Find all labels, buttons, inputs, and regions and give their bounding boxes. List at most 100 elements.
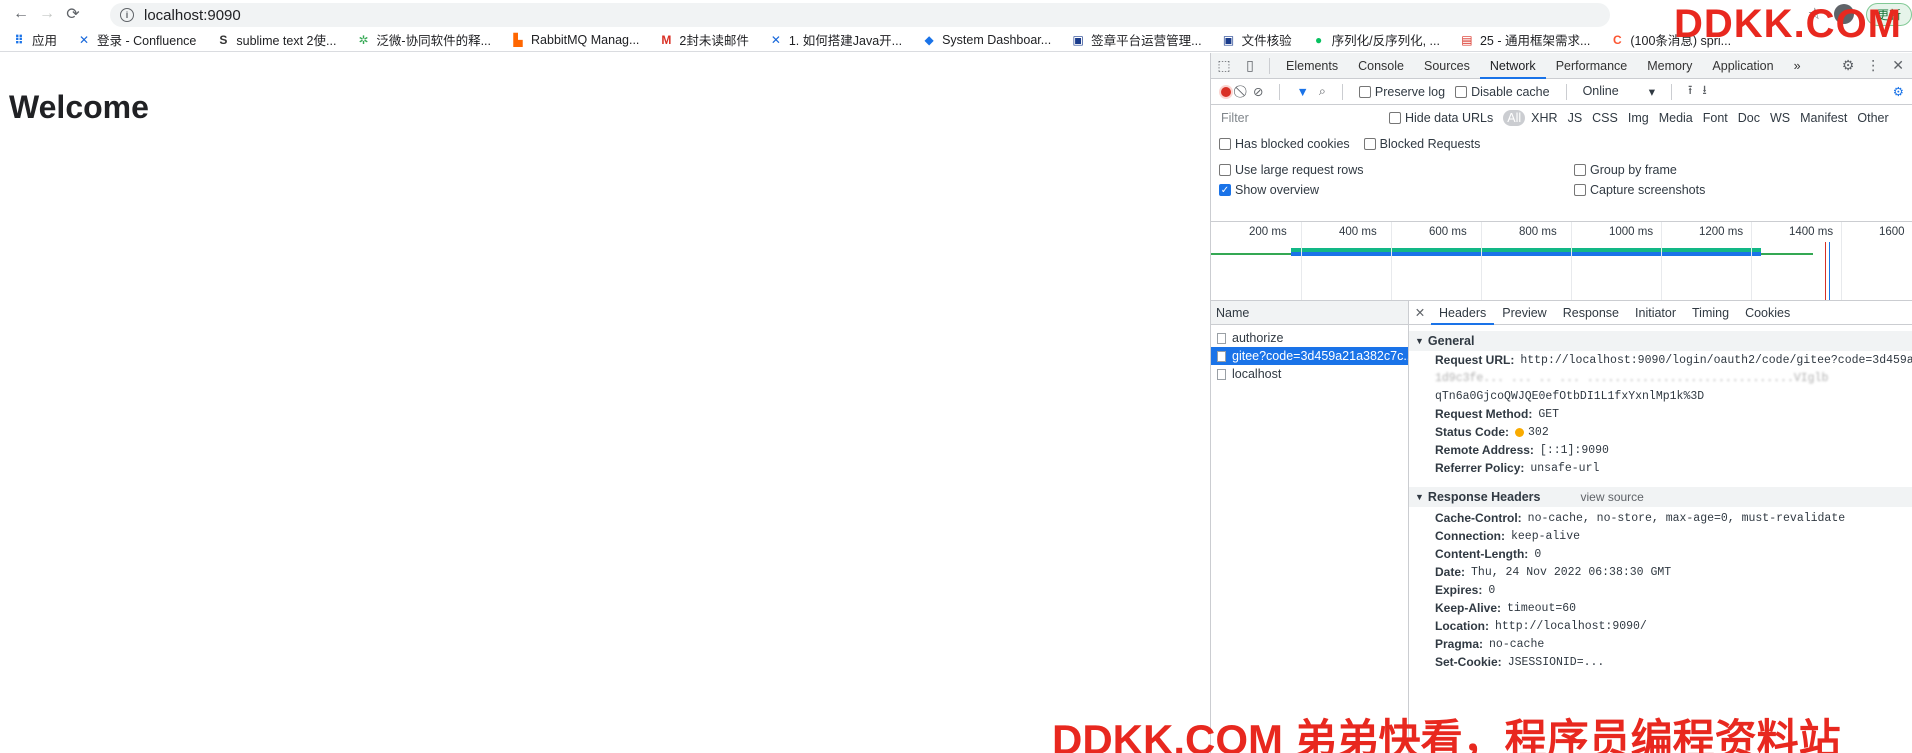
response-headers-section-header[interactable]: ▼ Response Headers view source (1409, 487, 1912, 507)
filter-type-font[interactable]: Font (1699, 110, 1732, 126)
checkbox-box[interactable] (1219, 164, 1231, 176)
header-name: Date: (1435, 565, 1466, 579)
bookmark-item[interactable]: ⠿ 应用 (12, 30, 57, 49)
group-by-frame-checkbox[interactable]: Group by frame (1574, 163, 1874, 177)
details-tab-timing[interactable]: Timing (1684, 301, 1737, 325)
name-column-header[interactable]: Name (1211, 301, 1408, 325)
tab-elements[interactable]: Elements (1276, 53, 1348, 79)
details-tab-cookies[interactable]: Cookies (1737, 301, 1798, 325)
header-name: Location: (1435, 619, 1489, 633)
bookmark-item[interactable]: ▣ 文件核验 (1222, 30, 1292, 49)
inspect-element-icon[interactable]: ⬚ (1211, 57, 1237, 74)
request-row[interactable]: gitee?code=3d459a21a382c7c... (1211, 347, 1408, 365)
disable-cache-label: Disable cache (1471, 84, 1550, 99)
network-settings-icon[interactable]: ⚙ (1893, 84, 1904, 99)
tab-application[interactable]: Application (1702, 53, 1783, 79)
record-icon[interactable] (1219, 84, 1233, 99)
close-icon[interactable]: ✕ (1892, 57, 1904, 74)
status-code-row: Status Code: 302 (1409, 423, 1912, 441)
export-har-icon[interactable]: ⭳ (1702, 81, 1706, 102)
tab-performance[interactable]: Performance (1546, 53, 1638, 79)
capture-screenshots-checkbox[interactable]: Capture screenshots (1574, 183, 1874, 197)
forward-button[interactable]: → (34, 1, 60, 27)
throttle-value: Online (1582, 84, 1619, 98)
filter-type-doc[interactable]: Doc (1734, 110, 1764, 126)
filter-type-xhr[interactable]: XHR (1527, 110, 1561, 126)
bookmark-item[interactable]: ▙ RabbitMQ Manag... (511, 33, 639, 47)
details-tab-headers[interactable]: Headers (1431, 301, 1495, 325)
checkbox-box[interactable] (1389, 112, 1401, 124)
filter-type-all[interactable]: All (1503, 110, 1526, 126)
checkbox-box[interactable] (1574, 184, 1586, 196)
general-title: General (1427, 334, 1475, 348)
filter-type-ws[interactable]: WS (1766, 110, 1794, 126)
bookmark-item[interactable]: ✲ 泛微-协同软件的释... (356, 30, 491, 49)
tab-network[interactable]: Network (1479, 53, 1546, 79)
settings-gear-icon[interactable]: ⚙ (1842, 57, 1855, 74)
bookmark-item[interactable]: ● 序列化/反序列化, ... (1312, 30, 1440, 49)
search-icon[interactable]: ⌕ (1319, 84, 1326, 99)
blocked-requests-label: Blocked Requests (1379, 137, 1481, 151)
tab-memory[interactable]: Memory (1637, 53, 1702, 79)
has-blocked-cookies-label: Has blocked cookies (1235, 137, 1350, 151)
more-menu-icon[interactable]: ⋮ (1866, 57, 1880, 74)
back-button[interactable]: ← (8, 1, 34, 27)
general-section-header[interactable]: ▼ General (1409, 331, 1912, 351)
filter-type-media[interactable]: Media (1655, 110, 1697, 126)
checkbox-box[interactable] (1363, 138, 1376, 150)
import-har-icon[interactable]: ⭱ (1688, 81, 1692, 102)
details-tab-response[interactable]: Response (1555, 301, 1627, 325)
overview-tick-label: 1200 ms (1699, 226, 1744, 238)
bookmark-item[interactable]: ✕ 1. 如何搭建Java开... (769, 30, 902, 49)
bookmark-item[interactable]: M 2封未读邮件 (659, 30, 748, 49)
details-tab-preview[interactable]: Preview (1494, 301, 1554, 325)
filter-type-other[interactable]: Other (1853, 110, 1892, 126)
has-blocked-cookies-checkbox[interactable]: Has blocked cookies (1219, 137, 1350, 151)
network-overview[interactable]: 200 ms 400 ms 600 ms 800 ms 1000 ms 1200 ms 14… (1211, 221, 1912, 301)
filter-type-manifest[interactable]: Manifest (1796, 110, 1851, 126)
site-info-icon[interactable]: i (120, 8, 134, 22)
overview-tick-label: 600 ms (1429, 226, 1467, 238)
hide-data-urls-checkbox[interactable]: Hide data URLs (1389, 111, 1493, 125)
bookmark-item[interactable]: ✕ 登录 - Confluence (77, 30, 196, 49)
filter-input[interactable]: Filter (1219, 108, 1379, 128)
address-bar[interactable]: i localhost:9090 (110, 3, 1610, 27)
filter-icon[interactable]: ▼ (1296, 85, 1308, 99)
filter-type-css[interactable]: CSS (1588, 110, 1622, 126)
checkbox-box[interactable] (1358, 85, 1371, 98)
checkbox-box-checked[interactable]: ✓ (1219, 184, 1231, 196)
filter-type-img[interactable]: Img (1624, 110, 1653, 126)
bookmark-item[interactable]: ▤ 25 - 通用框架需求... (1460, 30, 1590, 49)
filter-type-js[interactable]: JS (1564, 110, 1587, 126)
reload-button[interactable]: ⟳ (60, 1, 86, 27)
view-source-link[interactable]: view source (1580, 490, 1643, 504)
remote-address-row: Remote Address: [::1]:9090 (1409, 441, 1912, 459)
close-details-icon[interactable]: ✕ (1409, 305, 1431, 320)
details-tab-initiator[interactable]: Initiator (1627, 301, 1684, 325)
bookmark-item[interactable]: Ssublime text 2使... (216, 30, 336, 49)
tab-console[interactable]: Console (1348, 53, 1414, 79)
request-row[interactable]: localhost (1211, 365, 1408, 383)
device-toolbar-icon[interactable]: ▯ (1237, 57, 1263, 74)
disable-cache-checkbox[interactable]: Disable cache (1455, 85, 1550, 99)
bookmark-item[interactable]: ▣ 签章平台运营管理... (1071, 30, 1202, 49)
preserve-log-checkbox[interactable]: Preserve log (1358, 84, 1446, 99)
rabbitmq-icon: ▙ (513, 32, 523, 47)
show-overview-checkbox[interactable]: ✓ Show overview (1219, 183, 1574, 197)
more-tabs-button[interactable]: » (1784, 53, 1811, 79)
bookmark-item[interactable]: ◆ System Dashboar... (922, 33, 1051, 47)
throttle-select[interactable]: Online ▾ (1583, 84, 1655, 99)
preserve-log-label: Preserve log (1374, 84, 1446, 99)
checkbox-box[interactable] (1574, 164, 1586, 176)
header-name: Pragma: (1435, 637, 1484, 651)
checkbox-box[interactable] (1219, 138, 1231, 150)
checkbox-box[interactable] (1455, 85, 1468, 98)
large-rows-checkbox[interactable]: Use large request rows (1219, 163, 1574, 177)
request-method-value: GET (1538, 407, 1560, 421)
clear-icon-alt[interactable]: ⊘ (1253, 84, 1263, 99)
tab-sources[interactable]: Sources (1414, 53, 1480, 79)
blocked-requests-checkbox[interactable]: Blocked Requests (1363, 137, 1481, 151)
url-text[interactable]: localhost:9090 (144, 7, 241, 24)
browser-toolbar: ← → ⟳ i localhost:9090 ☆ 更新 (0, 0, 1912, 28)
request-row[interactable]: authorize (1211, 329, 1408, 347)
